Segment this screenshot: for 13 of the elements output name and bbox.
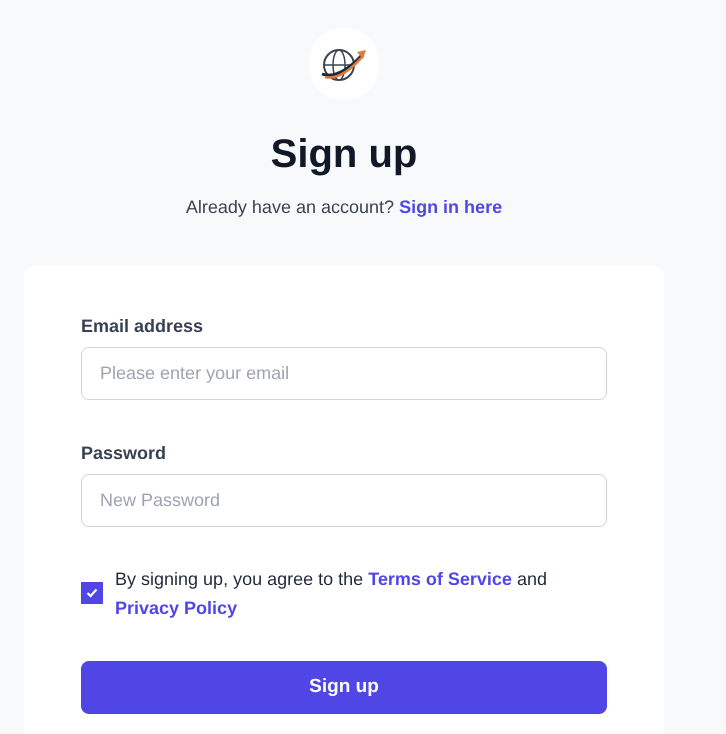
sign-in-link[interactable]: Sign in here xyxy=(399,197,502,217)
input-field[interactable]: Please enter your email xyxy=(81,347,607,400)
privacy-link[interactable]: Privacy Policy xyxy=(115,598,238,618)
sign-up-button[interactable]: Sign up xyxy=(81,661,607,714)
agreement-text: By signing up, you agree to the Terms of Service and Privacy Policy xyxy=(115,568,548,620)
checkmark-icon xyxy=(86,588,98,598)
input-field[interactable]: New Password xyxy=(81,474,607,527)
signin-prompt: Already have an account? Sign in here xyxy=(186,196,502,219)
field-label: Email address xyxy=(81,315,204,338)
agreement-checkbox[interactable] xyxy=(81,582,103,604)
page-title: Sign up xyxy=(270,131,418,178)
terms-link[interactable]: Terms of Service xyxy=(368,569,512,589)
field-label: Password xyxy=(81,442,168,465)
